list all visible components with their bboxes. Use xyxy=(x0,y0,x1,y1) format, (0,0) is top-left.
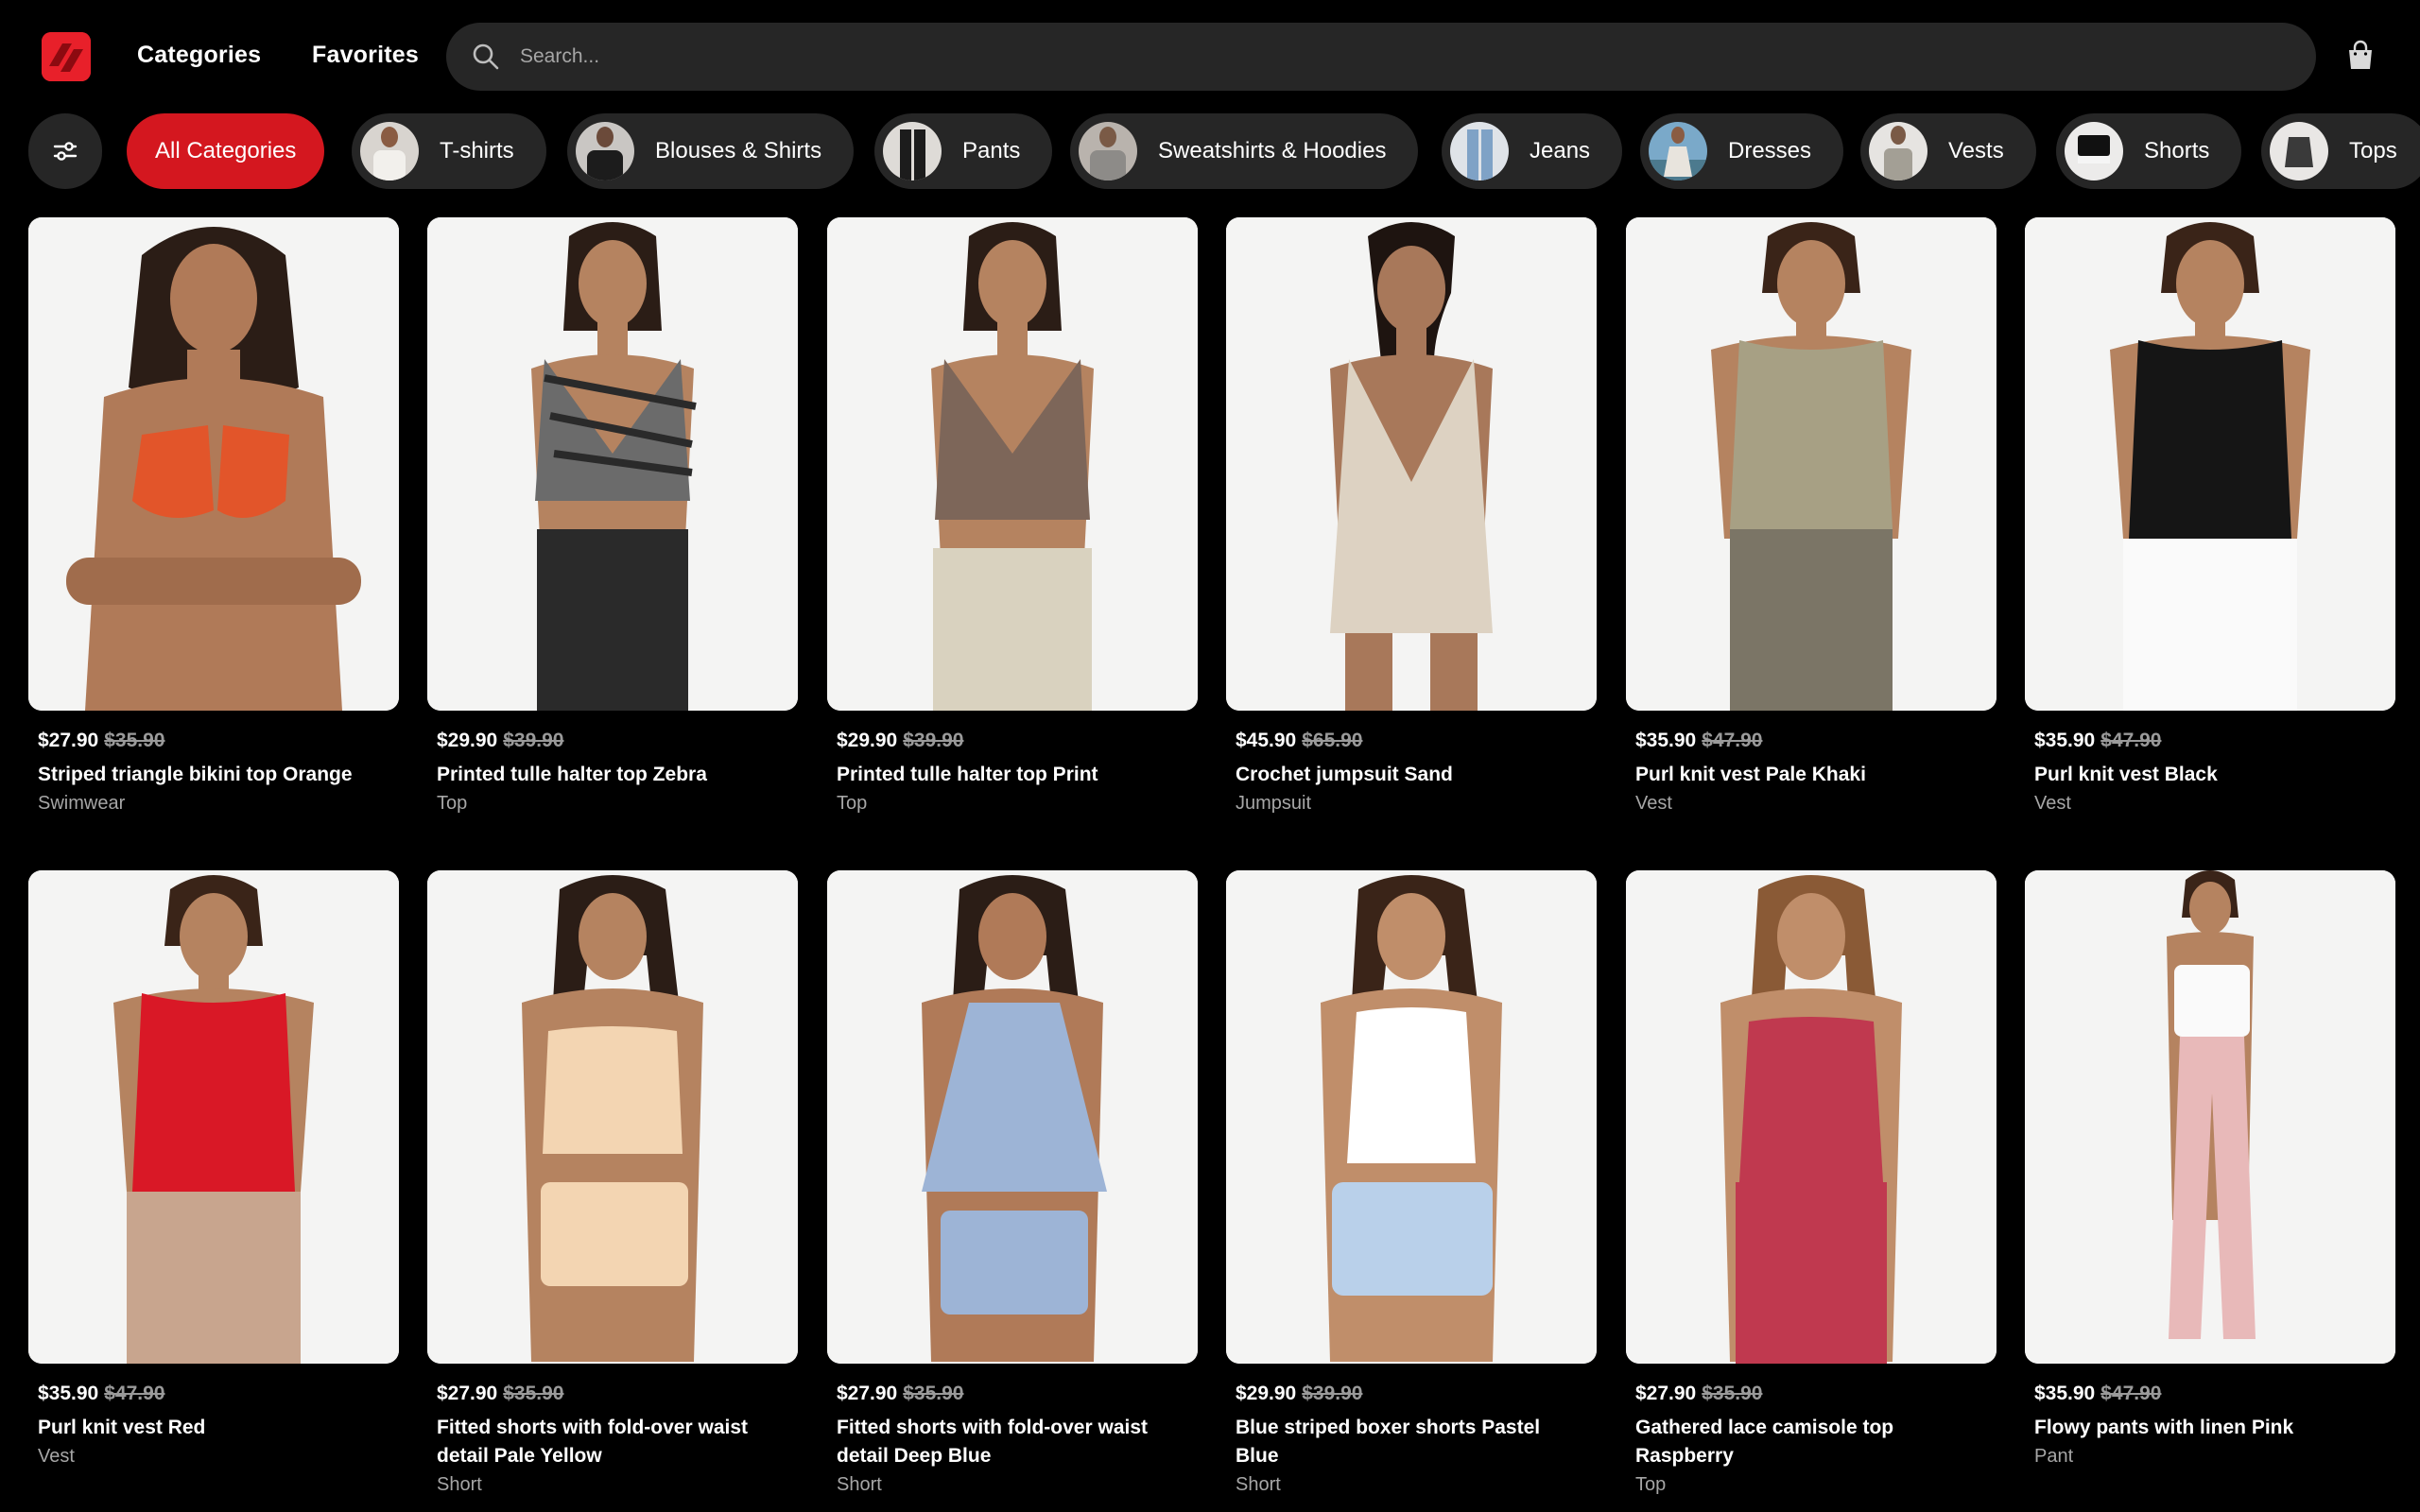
original-price: $47.90 xyxy=(2100,730,2162,751)
model-photo-icon xyxy=(28,870,399,1364)
original-price: $39.90 xyxy=(903,730,964,751)
product-category: Top xyxy=(437,793,468,814)
price-row: $27.90 $35.90 xyxy=(827,1383,1198,1405)
product-card[interactable]: $29.90 $39.90 Printed tulle halter top Ze… xyxy=(427,217,798,815)
product-title[interactable]: Flowy pants with linen Pink xyxy=(2025,1414,2384,1442)
price-row: $29.90 $39.90 xyxy=(427,730,798,752)
product-title[interactable]: Purl knit vest Red xyxy=(28,1414,388,1442)
price-row: $27.90 $35.90 xyxy=(427,1383,798,1405)
sale-price: $29.90 xyxy=(437,730,498,751)
product-category: Top xyxy=(1635,1474,1667,1495)
product-title[interactable]: Fitted shorts with fold-over waist detai… xyxy=(827,1414,1186,1470)
model-photo-icon xyxy=(1226,217,1597,711)
original-price: $47.90 xyxy=(104,1383,165,1404)
original-price: $35.90 xyxy=(903,1383,964,1404)
product-image[interactable] xyxy=(1226,217,1597,711)
price-row: $29.90 $39.90 xyxy=(827,730,1198,752)
product-card[interactable]: $27.90 $35.90 Striped triangle bikini top… xyxy=(28,217,399,815)
original-price: $47.90 xyxy=(1702,730,1763,751)
model-photo-icon xyxy=(2025,217,2395,711)
sale-price: $35.90 xyxy=(1635,730,1697,751)
model-photo-icon xyxy=(427,217,798,711)
product-card[interactable]: $29.90 $39.90 Printed tulle halter top Pr… xyxy=(827,217,1198,815)
product-category: Short xyxy=(1236,1474,1281,1495)
sale-price: $27.90 xyxy=(437,1383,498,1404)
product-card[interactable]: $35.90 $47.90 Purl knit vest Pale Khaki V… xyxy=(1626,217,1996,815)
original-price: $35.90 xyxy=(1702,1383,1763,1404)
sale-price: $35.90 xyxy=(2034,1383,2096,1404)
product-image[interactable] xyxy=(28,870,399,1364)
product-card[interactable]: $35.90 $47.90 Purl knit vest Black Vest xyxy=(2025,217,2395,815)
product-title[interactable]: Striped triangle bikini top Orange xyxy=(28,761,388,789)
product-title[interactable]: Purl knit vest Black xyxy=(2025,761,2384,789)
original-price: $39.90 xyxy=(1302,1383,1363,1404)
price-row: $35.90 $47.90 xyxy=(2025,1383,2395,1405)
product-category: Vest xyxy=(1635,793,1672,814)
price-row: $45.90 $65.90 xyxy=(1226,730,1597,752)
product-category: Vest xyxy=(2034,793,2071,814)
product-card[interactable]: $45.90 $65.90 Crochet jumpsuit Sand Jumps… xyxy=(1226,217,1597,815)
price-row: $35.90 $47.90 xyxy=(2025,730,2395,752)
product-title[interactable]: Blue striped boxer shorts Pastel Blue xyxy=(1226,1414,1585,1470)
original-price: $65.90 xyxy=(1302,730,1363,751)
product-category: Vest xyxy=(38,1446,75,1467)
product-image[interactable] xyxy=(427,217,798,711)
product-card[interactable]: $27.90 $35.90 Fitted shorts with fold-ove… xyxy=(427,870,798,1496)
product-card[interactable]: $27.90 $35.90 Gathered lace camisole top … xyxy=(1626,870,1996,1496)
original-price: $35.90 xyxy=(104,730,165,751)
sale-price: $35.90 xyxy=(38,1383,99,1404)
product-category: Top xyxy=(837,793,868,814)
product-image[interactable] xyxy=(827,217,1198,711)
product-title[interactable]: Gathered lace camisole top Raspberry xyxy=(1626,1414,1985,1470)
model-photo-icon xyxy=(2025,870,2395,1364)
sale-price: $29.90 xyxy=(1236,1383,1297,1404)
sale-price: $27.90 xyxy=(1635,1383,1697,1404)
price-row: $27.90 $35.90 xyxy=(28,730,399,752)
price-row: $35.90 $47.90 xyxy=(1626,730,1996,752)
sale-price: $45.90 xyxy=(1236,730,1297,751)
product-image[interactable] xyxy=(1226,870,1597,1364)
product-image[interactable] xyxy=(2025,217,2395,711)
product-image[interactable] xyxy=(28,217,399,711)
product-title[interactable]: Fitted shorts with fold-over waist detai… xyxy=(427,1414,786,1470)
product-card[interactable]: $29.90 $39.90 Blue striped boxer shorts P… xyxy=(1226,870,1597,1496)
product-title[interactable]: Crochet jumpsuit Sand xyxy=(1226,761,1585,789)
product-image[interactable] xyxy=(2025,870,2395,1364)
product-title[interactable]: Printed tulle halter top Zebra xyxy=(427,761,786,789)
product-title[interactable]: Purl knit vest Pale Khaki xyxy=(1626,761,1985,789)
sale-price: $27.90 xyxy=(38,730,99,751)
original-price: $47.90 xyxy=(2100,1383,2162,1404)
sale-price: $27.90 xyxy=(837,1383,898,1404)
product-title[interactable]: Printed tulle halter top Print xyxy=(827,761,1186,789)
product-card[interactable]: $27.90 $35.90 Fitted shorts with fold-ove… xyxy=(827,870,1198,1496)
product-card[interactable]: $35.90 $47.90 Flowy pants with linen Pink… xyxy=(2025,870,2395,1468)
model-photo-icon xyxy=(827,870,1198,1364)
product-grid: $27.90 $35.90 Striped triangle bikini top… xyxy=(0,0,2420,1512)
sale-price: $35.90 xyxy=(2034,730,2096,751)
product-image[interactable] xyxy=(827,870,1198,1364)
model-photo-icon xyxy=(427,870,798,1364)
price-row: $27.90 $35.90 xyxy=(1626,1383,1996,1405)
product-image[interactable] xyxy=(1626,870,1996,1364)
model-photo-icon xyxy=(1626,870,1996,1364)
model-photo-icon xyxy=(28,217,399,711)
product-category: Swimwear xyxy=(38,793,126,814)
product-category: Jumpsuit xyxy=(1236,793,1312,814)
product-image[interactable] xyxy=(1626,217,1996,711)
product-category: Pant xyxy=(2034,1446,2074,1467)
model-photo-icon xyxy=(1626,217,1996,711)
price-row: $29.90 $39.90 xyxy=(1226,1383,1597,1405)
price-row: $35.90 $47.90 xyxy=(28,1383,399,1405)
product-category: Short xyxy=(437,1474,482,1495)
product-card[interactable]: $35.90 $47.90 Purl knit vest Red Vest xyxy=(28,870,399,1468)
model-photo-icon xyxy=(827,217,1198,711)
product-image[interactable] xyxy=(427,870,798,1364)
product-category: Short xyxy=(837,1474,882,1495)
model-photo-icon xyxy=(1226,870,1597,1364)
sale-price: $29.90 xyxy=(837,730,898,751)
original-price: $35.90 xyxy=(503,1383,564,1404)
original-price: $39.90 xyxy=(503,730,564,751)
